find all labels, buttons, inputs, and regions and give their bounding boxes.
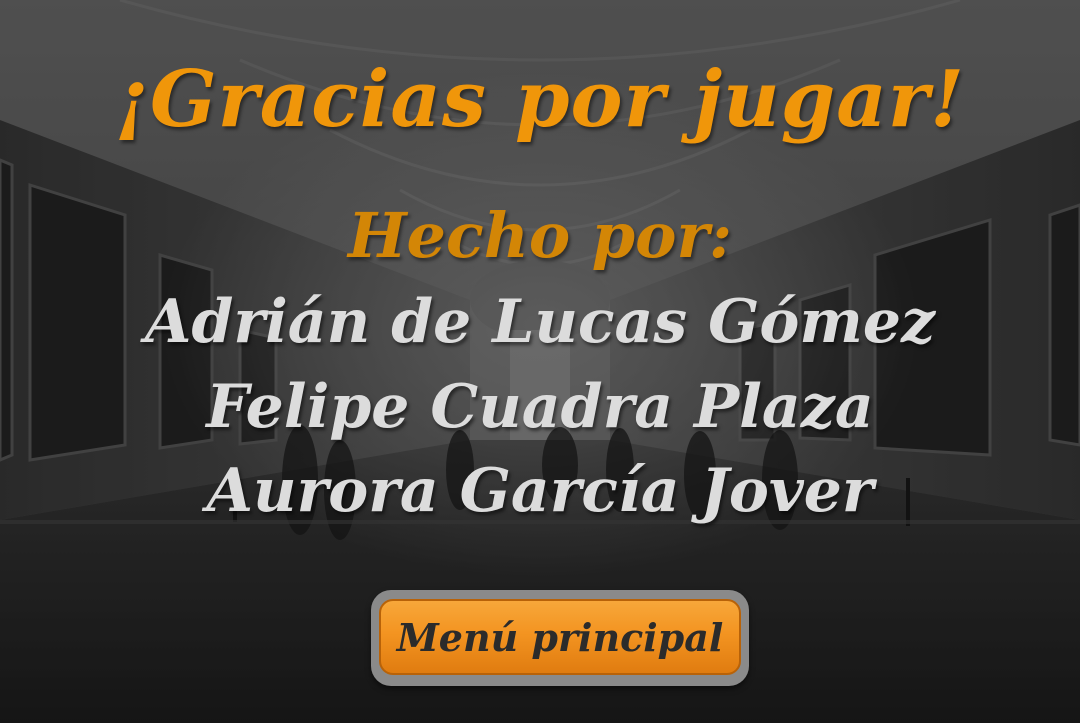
thanks-title: ¡Gracias por jugar! — [114, 54, 966, 145]
author-name: Felipe Cuadra Plaza — [206, 372, 874, 442]
made-by-label: Hecho por: — [347, 199, 733, 272]
author-name: Aurora García Jover — [206, 456, 874, 526]
main-menu-button[interactable]: Menú principal — [371, 590, 749, 686]
credits-screen: ¡Gracias por jugar! Hecho por: Adrián de… — [0, 0, 1080, 723]
main-menu-button-face[interactable]: Menú principal — [379, 599, 741, 675]
author-name: Adrián de Lucas Gómez — [144, 287, 936, 357]
main-menu-button-label: Menú principal — [396, 614, 724, 660]
